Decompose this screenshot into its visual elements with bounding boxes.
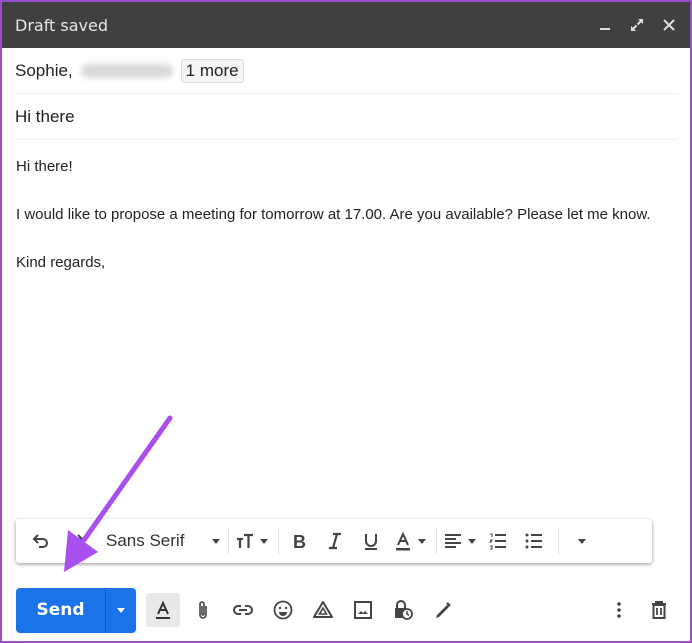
photo-icon xyxy=(354,601,372,619)
text-color-icon xyxy=(396,531,410,551)
body-paragraph: Kind regards, xyxy=(16,254,106,271)
bold-icon: B xyxy=(293,532,306,551)
insert-signature-button[interactable] xyxy=(426,593,460,627)
insert-drive-button[interactable] xyxy=(306,593,340,627)
redo-icon xyxy=(68,534,84,548)
message-body[interactable]: Hi there! I would like to propose a meet… xyxy=(16,154,670,298)
drive-icon xyxy=(313,601,333,618)
toolbar-divider xyxy=(278,528,279,554)
send-button-group: Send xyxy=(16,587,136,633)
chevron-down-icon xyxy=(212,538,220,544)
chevron-down-icon xyxy=(260,538,268,544)
more-formatting-icon xyxy=(577,538,586,544)
bulleted-list-icon xyxy=(525,533,542,549)
font-family-value: Sans Serif xyxy=(106,531,185,550)
redo-button[interactable] xyxy=(62,525,90,557)
bold-button[interactable]: B xyxy=(285,525,313,557)
link-icon xyxy=(233,605,253,615)
more-formatting-button[interactable] xyxy=(565,525,593,557)
minimize-icon xyxy=(600,28,610,30)
chevron-down-icon xyxy=(418,538,426,544)
recipient-chip: Sophie, xyxy=(15,60,73,80)
insert-emoji-button[interactable] xyxy=(266,593,300,627)
compose-actions-bar: Send xyxy=(16,587,676,633)
toolbar-divider xyxy=(436,528,437,554)
fullscreen-button[interactable] xyxy=(626,14,648,36)
close-button[interactable] xyxy=(658,14,680,36)
close-icon xyxy=(663,19,675,31)
svg-text:B: B xyxy=(293,532,306,551)
formatting-options-button[interactable] xyxy=(146,593,180,627)
undo-button[interactable] xyxy=(26,525,54,557)
confidential-mode-icon xyxy=(395,600,413,620)
numbered-list-icon xyxy=(488,533,506,550)
undo-icon xyxy=(32,534,48,548)
send-button[interactable]: Send xyxy=(16,587,106,633)
chevron-down-icon xyxy=(468,538,476,544)
attach-icon xyxy=(199,601,207,619)
insert-photo-button[interactable] xyxy=(346,593,380,627)
compose-titlebar[interactable]: Draft saved xyxy=(2,2,690,48)
expand-icon xyxy=(631,19,643,31)
italic-button[interactable] xyxy=(321,525,349,557)
more-vert-icon xyxy=(617,602,621,618)
more-recipients-button[interactable]: 1 more xyxy=(180,58,244,83)
insert-link-button[interactable] xyxy=(226,593,260,627)
toolbar-divider xyxy=(228,528,229,554)
signature-icon xyxy=(436,602,451,618)
text-size-button[interactable] xyxy=(235,525,268,557)
blurred-recipient xyxy=(80,63,173,78)
underline-icon xyxy=(365,534,377,550)
recipients-field[interactable]: Sophie, 1 more xyxy=(15,48,678,94)
discard-draft-button[interactable] xyxy=(642,593,676,627)
text-color-button[interactable] xyxy=(393,525,426,557)
formatting-options-icon xyxy=(156,600,170,619)
trash-icon xyxy=(652,601,666,619)
send-options-button[interactable] xyxy=(106,588,136,633)
body-paragraph: Hi there! xyxy=(16,158,73,175)
subject-field[interactable]: Hi there xyxy=(15,94,678,140)
formatting-toolbar: Sans Serif B xyxy=(16,519,652,563)
toolbar-divider xyxy=(558,528,559,554)
bulleted-list-button[interactable] xyxy=(520,525,548,557)
window-title: Draft saved xyxy=(15,15,109,35)
emoji-icon xyxy=(273,600,293,620)
align-icon xyxy=(445,534,461,548)
more-options-button[interactable] xyxy=(602,593,636,627)
italic-icon xyxy=(329,532,341,550)
confidential-mode-button[interactable] xyxy=(386,593,420,627)
body-paragraph: I would like to propose a meeting for to… xyxy=(16,206,651,223)
compose-window: Draft saved Sophie, 1 more Hi there Hi t… xyxy=(0,0,692,643)
minimize-button[interactable] xyxy=(594,14,616,36)
dropdown-icon xyxy=(117,607,125,613)
text-size-icon xyxy=(237,533,253,548)
align-button[interactable] xyxy=(443,525,476,557)
underline-button[interactable] xyxy=(357,525,385,557)
attach-files-button[interactable] xyxy=(186,593,220,627)
font-family-select[interactable]: Sans Serif xyxy=(106,531,226,551)
numbered-list-button[interactable] xyxy=(484,525,512,557)
subject-text: Hi there xyxy=(15,106,75,126)
